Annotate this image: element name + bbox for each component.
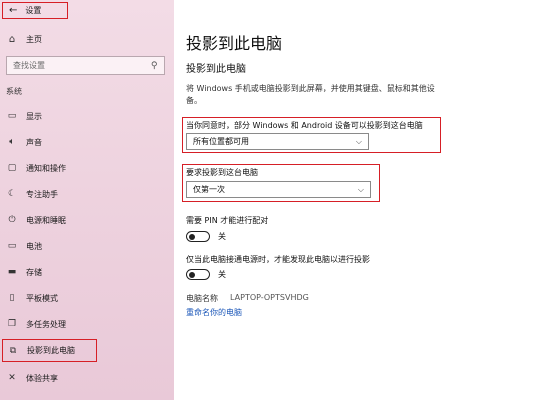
search-placeholder: 查找设置 [13,61,45,70]
availability-label: 当你同意时，部分 Windows 和 Android 设备可以投影到这台电脑 [186,121,423,130]
focus-assist-icon: ☾ [7,189,17,199]
availability-dropdown[interactable]: 所有位置都可用 ⌵ [186,133,369,150]
sidebar-item-notifications[interactable]: ▢ 通知和操作 [6,158,166,178]
search-icon: ⚲ [151,60,158,71]
sound-icon: 🔈︎ [9,137,15,147]
sidebar-item-label: 存储 [26,267,42,277]
tablet-mode-icon: ▯ [9,293,15,303]
chevron-down-icon: ⌵ [355,136,362,146]
sidebar-item-label: 多任务处理 [26,319,66,329]
sidebar-item-label: 体验共享 [26,373,58,383]
display-icon: ▭ [7,111,17,121]
availability-setting-group: 当你同意时，部分 Windows 和 Android 设备可以投影到这台电脑 所… [182,117,441,153]
sidebar-item-multitasking[interactable]: ❐ 多任务处理 [6,314,166,334]
require-pin-state: 关 [218,232,226,241]
plugged-in-state: 关 [218,270,226,279]
home-label: 主页 [26,35,42,44]
sidebar-item-label: 电源和睡眠 [26,215,66,225]
sidebar-item-label: 显示 [26,111,42,121]
sidebar-item-storage[interactable]: ▬ 存储 [6,262,166,282]
ask-to-project-dropdown[interactable]: 仅第一次 ⌵ [186,181,371,198]
search-input[interactable]: 查找设置 ⚲ [6,56,165,75]
shared-experiences-icon: ✕ [8,373,16,383]
plugged-in-row: 关 [186,269,226,280]
rename-pc-link[interactable]: 重命名你的电脑 [186,307,242,318]
sidebar-item-display[interactable]: ▭ 显示 [6,106,166,126]
sidebar-item-power[interactable]: ⏻ 电源和睡眠 [6,210,166,230]
plugged-in-label: 仅当此电脑接通电源时，才能发现此电脑以进行投影 [186,255,370,264]
sidebar-item-project-to-this-pc[interactable]: ⧉ 投影到此电脑 [2,339,97,362]
storage-icon: ▬ [7,267,17,277]
power-icon: ⏻ [8,215,16,225]
page-description: 将 Windows 手机或电脑投影到此屏幕，并使用其键盘、鼠标和其他设备。 [186,84,435,105]
ask-to-project-setting-group: 要求投影到这台电脑 仅第一次 ⌵ [182,164,380,202]
sidebar-section-title: 系统 [6,87,22,96]
sidebar-item-label: 专注助手 [26,189,58,199]
project-icon: ⧉ [9,345,17,356]
main-content: 投影到此电脑 投影到此电脑 将 Windows 手机或电脑投影到此屏幕，并使用其… [174,0,554,400]
toggle-knob [189,271,195,278]
sidebar-item-label: 通知和操作 [26,163,66,173]
pc-name-value: LAPTOP-OPTSVHDG [230,293,309,302]
sidebar: ← 设置 ⌂ 主页 查找设置 ⚲ 系统 ▭ 显示 🔈︎ 声音 ▢ 通知和操作 ☾… [0,0,174,400]
availability-selected-value: 所有位置都可用 [193,137,249,146]
home-icon: ⌂ [8,34,16,45]
sidebar-item-label: 投影到此电脑 [27,346,75,355]
back-arrow-icon[interactable]: ← [9,5,17,16]
plugged-in-toggle[interactable] [186,269,210,280]
require-pin-label: 需要 PIN 才能进行配对 [186,216,269,225]
require-pin-toggle[interactable] [186,231,210,242]
multitasking-icon: ❐ [7,319,17,329]
sidebar-item-sound[interactable]: 🔈︎ 声音 [6,132,166,152]
sidebar-item-shared-experiences[interactable]: ✕ 体验共享 [6,368,166,388]
pc-name-row: 电脑名称 LAPTOP-OPTSVHDG [186,293,309,304]
sidebar-item-label: 电池 [26,241,42,251]
sidebar-item-home[interactable]: ⌂ 主页 [6,34,42,45]
sidebar-item-focus-assist[interactable]: ☾ 专注助手 [6,184,166,204]
ask-to-project-label: 要求投影到这台电脑 [186,168,258,177]
section-heading: 投影到此电脑 [186,64,246,75]
page-title: 投影到此电脑 [186,34,283,53]
toggle-knob [189,233,195,240]
sidebar-item-label: 平板模式 [26,293,58,303]
titlebar-back-settings[interactable]: ← 设置 [2,2,68,19]
ask-to-project-selected-value: 仅第一次 [193,185,225,194]
window-title: 设置 [25,6,42,15]
chevron-down-icon: ⌵ [357,184,364,194]
battery-icon: ▭ [7,241,17,251]
pc-name-label: 电脑名称 [186,294,218,303]
notifications-icon: ▢ [7,163,17,173]
require-pin-row: 关 [186,231,226,242]
sidebar-item-label: 声音 [26,137,42,147]
sidebar-item-tablet-mode[interactable]: ▯ 平板模式 [6,288,166,308]
sidebar-item-battery[interactable]: ▭ 电池 [6,236,166,256]
